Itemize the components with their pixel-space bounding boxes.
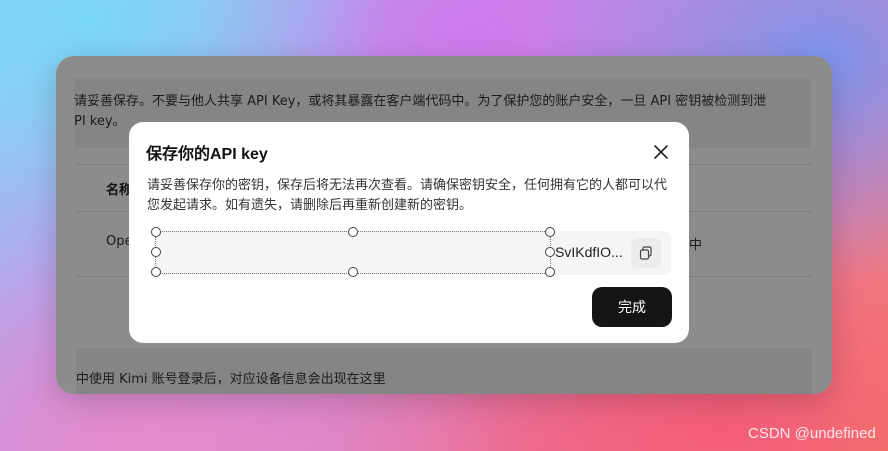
copy-button[interactable] — [631, 238, 661, 268]
dialog-description: 请妥善保存你的密钥，保存后将无法再次查看。请确保密钥安全，任何拥有它的人都可以代… — [147, 178, 668, 213]
save-api-key-dialog: 保存你的API key 请妥善保存你的密钥，保存后将无法再次查看。请确保密钥安全… — [129, 122, 689, 343]
resize-handle[interactable] — [348, 227, 358, 237]
resize-handle[interactable] — [545, 247, 555, 257]
resize-handle[interactable] — [151, 227, 161, 237]
resize-handle[interactable] — [151, 247, 161, 257]
resize-handle[interactable] — [545, 227, 555, 237]
api-key-value[interactable]: SvIKdfIO... — [555, 244, 623, 260]
copy-icon — [639, 246, 652, 260]
close-icon — [654, 145, 668, 159]
watermark: CSDN @undefined — [748, 425, 876, 442]
done-button[interactable]: 完成 — [592, 287, 672, 327]
resize-handle[interactable] — [545, 267, 555, 277]
dialog-title: 保存你的API key — [146, 146, 268, 163]
close-button[interactable] — [651, 142, 671, 162]
resize-handle[interactable] — [348, 267, 358, 277]
resize-handle[interactable] — [151, 267, 161, 277]
